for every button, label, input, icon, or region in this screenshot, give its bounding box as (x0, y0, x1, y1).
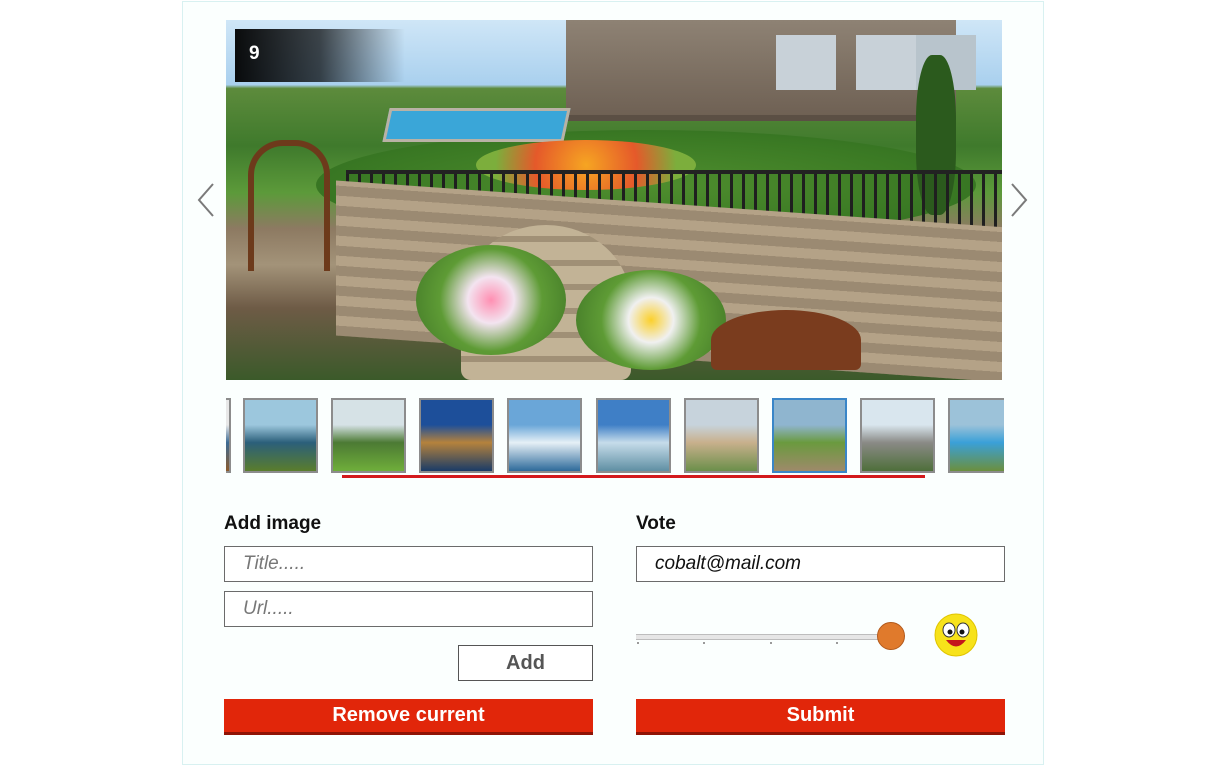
thumb-beach[interactable] (684, 398, 759, 473)
vote-slider-handle[interactable] (877, 622, 905, 650)
chevron-left-icon (197, 183, 214, 217)
slider-tick (703, 642, 705, 644)
thumb-island-puffin[interactable] (243, 398, 318, 473)
thumb-green-valley[interactable] (331, 398, 406, 473)
thumb-rocky-cliff[interactable] (860, 398, 935, 473)
add-button[interactable]: Add (458, 645, 593, 681)
slider-tick (770, 642, 772, 644)
image-index: 9 (249, 43, 260, 64)
smiley-face-icon (934, 613, 978, 657)
slider-tick (637, 642, 639, 644)
title-input[interactable] (224, 546, 593, 582)
thumb-rock-lake[interactable] (596, 398, 671, 473)
thumbnail-scroll-indicator (342, 475, 925, 478)
next-image-button[interactable] (1006, 178, 1032, 222)
vote-slider-track[interactable] (636, 634, 898, 640)
chevron-right-icon (1011, 183, 1028, 217)
thumb-mountain-lake[interactable] (419, 398, 494, 473)
thumb-snow-lake[interactable] (507, 398, 582, 473)
thumb-garden[interactable] (772, 398, 847, 473)
thumb-partial[interactable] (226, 398, 231, 473)
thumb-pool-villa[interactable] (948, 398, 1004, 473)
url-input[interactable] (224, 591, 593, 627)
thumbnail-strip (226, 398, 1004, 473)
image-index-badge: 9 (235, 29, 405, 82)
email-field[interactable] (636, 546, 1005, 582)
remove-current-button[interactable]: Remove current (224, 699, 593, 735)
add-image-heading: Add image (224, 513, 322, 534)
slider-tick (836, 642, 838, 644)
submit-button[interactable]: Submit (636, 699, 1005, 735)
vote-heading: Vote (636, 513, 676, 534)
prev-image-button[interactable] (193, 178, 219, 222)
